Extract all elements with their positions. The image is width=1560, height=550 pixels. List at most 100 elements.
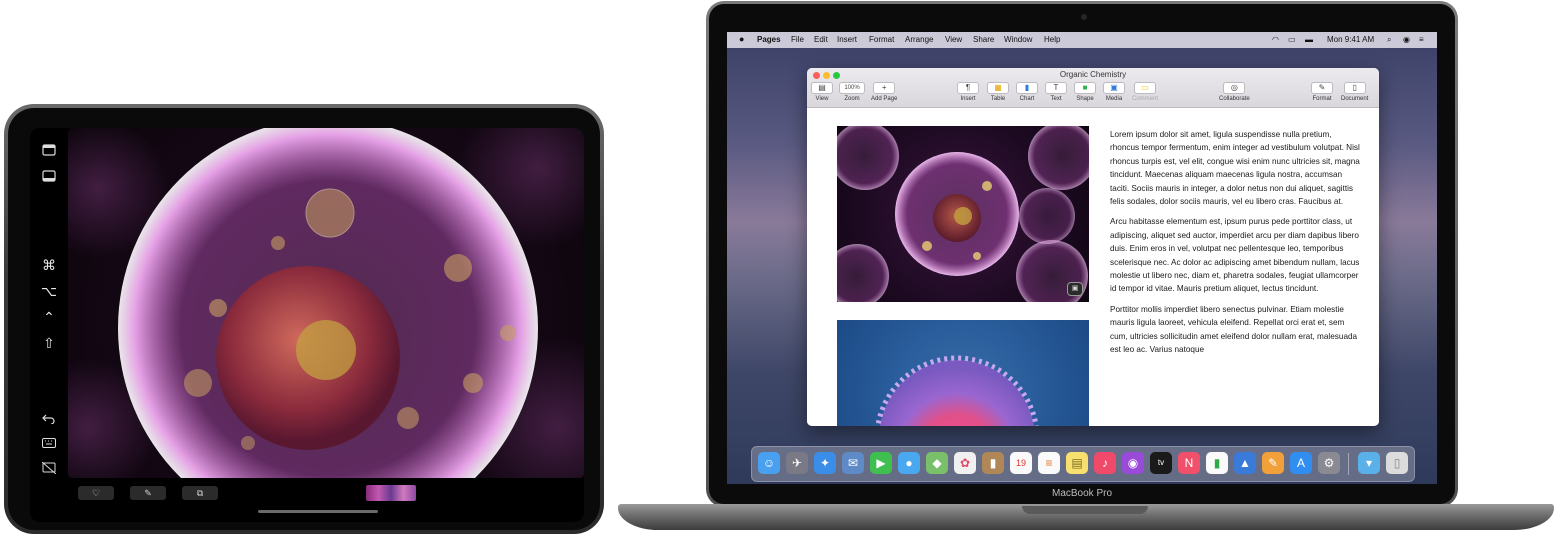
document-body-text[interactable]: Lorem ipsum dolor sit amet, ligula suspe… (1110, 128, 1360, 364)
pages-icon[interactable]: ✎ (1262, 452, 1284, 474)
toolbar-zoom-button[interactable]: 100% Zoom (839, 82, 865, 102)
zoom-value: 100% (839, 82, 865, 94)
macbook-display: ● Pages File Edit Insert Format Arrange … (706, 1, 1458, 507)
chart-icon: ▮ (1016, 82, 1038, 94)
news-icon[interactable]: N (1178, 452, 1200, 474)
keynote-icon[interactable]: ▲ (1234, 452, 1256, 474)
menu-insert[interactable]: Insert (837, 35, 857, 44)
keyboard-button[interactable] (38, 434, 60, 452)
toolbar-add-page-button[interactable]: + Add Page (871, 82, 897, 102)
trash-icon[interactable]: ▯ (1386, 452, 1408, 474)
touchbar-rotate-button[interactable]: ⧉ (182, 486, 218, 500)
cell-image-graphic (837, 126, 1089, 302)
document-image-lymphocyte[interactable] (837, 320, 1089, 426)
show-menu-bar-button[interactable] (38, 142, 60, 160)
undo-button[interactable] (38, 410, 60, 428)
menu-file[interactable]: File (791, 35, 804, 44)
menu-help[interactable]: Help (1044, 35, 1060, 44)
siri-icon[interactable]: ◉ (1403, 35, 1410, 44)
apple-menu-icon[interactable]: ● (739, 34, 744, 44)
macos-desktop: ● Pages File Edit Insert Format Arrange … (727, 32, 1437, 484)
photos-icon[interactable]: ✿ (954, 452, 976, 474)
notes-icon[interactable]: ▤ (1066, 452, 1088, 474)
window-title: Organic Chemistry (1059, 70, 1127, 79)
downloads-folder-icon[interactable]: ▾ (1358, 452, 1380, 474)
camera-icon (1081, 14, 1087, 20)
menu-share[interactable]: Share (973, 35, 994, 44)
table-icon: ▦ (987, 82, 1009, 94)
shift-key-button[interactable]: ⇧ (38, 334, 60, 352)
airplay-icon[interactable]: ▭ (1288, 35, 1296, 44)
tv-icon[interactable]: tv (1150, 452, 1172, 474)
paragraph-2: Arcu habitasse elementum est, ipsum puru… (1110, 217, 1360, 294)
app-store-icon[interactable]: A (1290, 452, 1312, 474)
touchbar-favorite-button[interactable]: ♡ (78, 486, 114, 500)
collaborate-icon: ◎ (1223, 82, 1246, 94)
menu-arrange[interactable]: Arrange (905, 35, 933, 44)
contacts-icon[interactable]: ▮ (982, 452, 1004, 474)
safari-icon[interactable]: ✦ (814, 452, 836, 474)
toolbar-insert-button[interactable]: ¶ Insert (957, 82, 979, 102)
numbers-icon[interactable]: ▮ (1206, 452, 1228, 474)
wifi-icon[interactable]: ◠ (1272, 35, 1279, 44)
toolbar-media-button[interactable]: ▣ Media (1103, 82, 1125, 102)
notification-center-icon[interactable]: ≡ (1419, 35, 1424, 44)
macbook-bezel: ● Pages File Edit Insert Format Arrange … (709, 4, 1455, 504)
facetime-icon[interactable]: ▶ (870, 452, 892, 474)
ipad-screen: ⌘ ⌥ ⌃ ⇧ ♡ ✎ ⧉ (30, 128, 584, 522)
show-dock-button[interactable] (38, 168, 60, 186)
lymphocyte-graphic (875, 355, 1039, 426)
app-menu[interactable]: Pages (757, 35, 781, 44)
podcasts-icon[interactable]: ◉ (1122, 452, 1144, 474)
option-key-button[interactable]: ⌥ (38, 282, 60, 300)
image-gallery-icon[interactable]: ▣ (1067, 282, 1083, 296)
toolbar-table-button[interactable]: ▦ Table (987, 82, 1009, 102)
reminders-icon[interactable]: ≡ (1038, 452, 1060, 474)
disconnect-button[interactable] (38, 460, 60, 478)
home-indicator[interactable] (258, 510, 378, 513)
command-key-button[interactable]: ⌘ (38, 256, 60, 274)
control-key-button[interactable]: ⌃ (38, 308, 60, 326)
calendar-icon[interactable]: 19 (1010, 452, 1032, 474)
format-brush-icon: ✎ (1311, 82, 1333, 94)
launchpad-icon[interactable]: ✈ (786, 452, 808, 474)
maps-icon[interactable]: ◆ (926, 452, 948, 474)
toolbar-text-button[interactable]: T Text (1045, 82, 1067, 102)
macbook-brand-label: MacBook Pro (1051, 488, 1113, 499)
menu-window[interactable]: Window (1004, 35, 1032, 44)
cell-render-viewport[interactable] (68, 128, 584, 478)
battery-icon[interactable]: ▬ (1305, 35, 1313, 44)
add-page-icon: + (873, 82, 896, 94)
messages-icon[interactable]: ● (898, 452, 920, 474)
toolbar-shape-button[interactable]: ■ Shape (1074, 82, 1096, 102)
toolbar-collaborate-button[interactable]: ◎ Collaborate (1219, 82, 1250, 102)
document-image-cells[interactable]: ▣ (837, 126, 1089, 302)
photos-browser-icon[interactable]: ✉ (842, 452, 864, 474)
music-icon[interactable]: ♪ (1094, 452, 1116, 474)
menu-format[interactable]: Format (869, 35, 894, 44)
toolbar-format-button[interactable]: ✎ Format (1311, 82, 1333, 102)
insert-icon: ¶ (957, 82, 979, 94)
cell-illustration (68, 128, 584, 478)
spotlight-icon[interactable]: ⌕ (1387, 35, 1391, 45)
touchbar-photo-scrubber[interactable] (366, 485, 416, 501)
system-preferences-icon[interactable]: ⚙ (1318, 452, 1340, 474)
shape-icon: ■ (1074, 82, 1096, 94)
view-icon: ▤ (811, 82, 833, 94)
dock-separator (1348, 453, 1349, 475)
comment-icon: ▭ (1134, 82, 1156, 94)
media-icon: ▣ (1103, 82, 1125, 94)
document-canvas[interactable]: ▣ Lorem ipsum dolor sit amet, ligula sus… (807, 108, 1379, 426)
toolbar-document-button[interactable]: ▯ Document (1341, 82, 1368, 102)
touchbar-edit-button[interactable]: ✎ (130, 486, 166, 500)
menubar-clock[interactable]: Mon 9:41 AM (1327, 35, 1374, 44)
finder-icon[interactable]: ☺ (758, 452, 780, 474)
menu-view[interactable]: View (945, 35, 962, 44)
menu-edit[interactable]: Edit (814, 35, 828, 44)
toolbar-chart-button[interactable]: ▮ Chart (1016, 82, 1038, 102)
dock: ☺ ✈ ✦ ✉ ▶ ● ◆ ✿ ▮ 19 ≡ ▤ ♪ ◉ tv N ▮ ▲ ✎ … (751, 446, 1415, 482)
window-toolbar: Organic Chemistry ▤ View 100% Zoom + Add Pa… (807, 68, 1379, 108)
ipad-device: ⌘ ⌥ ⌃ ⇧ ♡ ✎ ⧉ (4, 104, 604, 534)
toolbar-view-button[interactable]: ▤ View (811, 82, 833, 102)
toolbar-comment-button[interactable]: ▭ Comment (1132, 82, 1158, 102)
